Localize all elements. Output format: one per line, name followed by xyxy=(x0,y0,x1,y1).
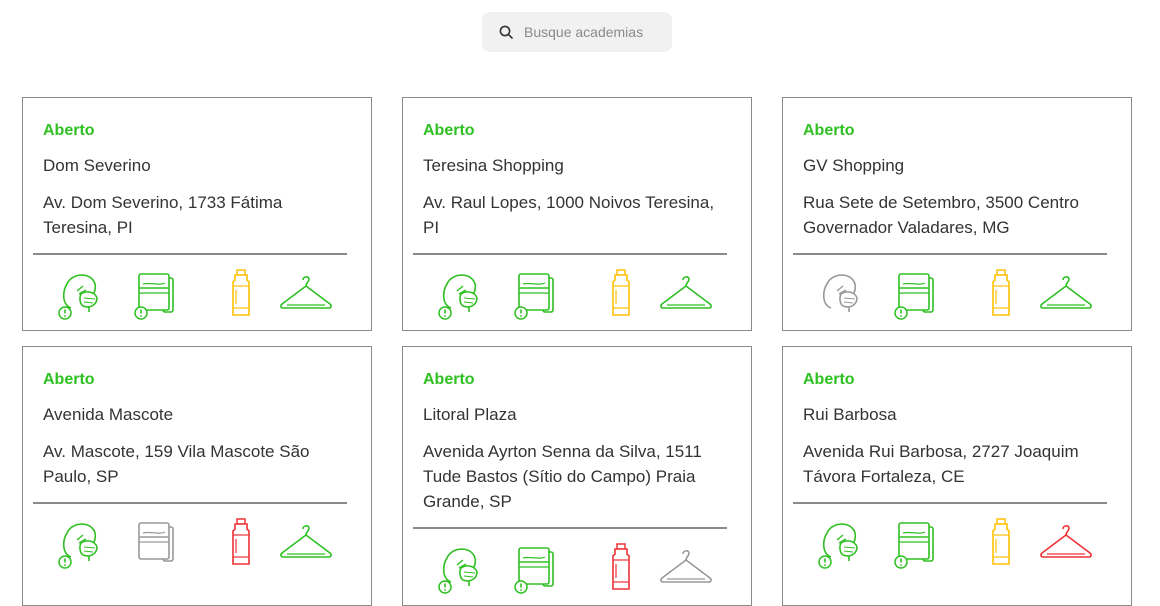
water-bottle-icon xyxy=(593,542,647,596)
locker-room-icon xyxy=(659,542,713,596)
water-bottle-icon xyxy=(973,268,1027,322)
water-bottle-icon xyxy=(973,517,1027,571)
gym-address: Avenida Ayrton Senna da Silva, 1511 Tude… xyxy=(423,442,702,511)
card-divider xyxy=(793,253,1107,255)
status-label: Aberto xyxy=(43,371,95,388)
gym-address: Av. Raul Lopes, 1000 Noivos Teresina, PI xyxy=(423,193,715,237)
status-label: Aberto xyxy=(803,122,855,139)
card-divider xyxy=(33,502,347,504)
gym-card[interactable]: Aberto GV Shopping Rua Sete de Setembro,… xyxy=(782,97,1132,331)
water-bottle-icon xyxy=(213,517,267,571)
locker-room-icon xyxy=(279,517,333,571)
water-bottle-icon xyxy=(213,268,267,322)
mask-icon xyxy=(53,268,107,322)
status-label: Aberto xyxy=(423,371,475,388)
protocol-icons xyxy=(433,542,723,596)
mask-icon xyxy=(433,268,487,322)
search-input[interactable] xyxy=(524,12,664,52)
card-divider xyxy=(413,527,727,529)
protocol-icons xyxy=(53,268,343,322)
locker-room-icon xyxy=(659,268,713,322)
status-label: Aberto xyxy=(43,122,95,139)
protocol-icons xyxy=(433,268,723,322)
card-divider xyxy=(793,502,1107,504)
protocol-icons xyxy=(813,517,1103,571)
gym-name: Dom Severino xyxy=(43,156,151,175)
gym-card[interactable]: Aberto Teresina Shopping Av. Raul Lopes,… xyxy=(402,97,752,331)
gym-address: Av. Dom Severino, 1733 Fátima Teresina, … xyxy=(43,193,283,237)
mask-icon xyxy=(813,517,867,571)
mask-icon xyxy=(433,542,487,596)
towel-icon xyxy=(509,542,563,596)
gym-card[interactable]: Aberto Rui Barbosa Avenida Rui Barbosa, … xyxy=(782,346,1132,606)
protocol-icons xyxy=(813,268,1103,322)
status-label: Aberto xyxy=(803,371,855,388)
gym-name: Teresina Shopping xyxy=(423,156,564,175)
locker-room-icon xyxy=(1039,517,1093,571)
gym-name: Avenida Mascote xyxy=(43,405,174,424)
search-bar[interactable] xyxy=(482,12,672,52)
card-divider xyxy=(33,253,347,255)
gym-address: Av. Mascote, 159 Vila Mascote São Paulo,… xyxy=(43,442,310,486)
towel-icon xyxy=(129,268,183,322)
status-label: Aberto xyxy=(423,122,475,139)
gym-name: GV Shopping xyxy=(803,156,905,175)
gym-name: Litoral Plaza xyxy=(423,405,517,424)
gym-address: Rua Sete de Setembro, 3500 Centro Govern… xyxy=(803,193,1079,237)
gym-card[interactable]: Aberto Litoral Plaza Avenida Ayrton Senn… xyxy=(402,346,752,606)
card-divider xyxy=(413,253,727,255)
search-icon xyxy=(499,25,513,39)
gym-address: Avenida Rui Barbosa, 2727 Joaquim Távora… xyxy=(803,442,1079,486)
towel-icon xyxy=(889,268,943,322)
gym-card[interactable]: Aberto Dom Severino Av. Dom Severino, 17… xyxy=(22,97,372,331)
water-bottle-icon xyxy=(593,268,647,322)
towel-icon xyxy=(889,517,943,571)
mask-icon xyxy=(813,268,867,322)
protocol-icons xyxy=(53,517,343,571)
gym-card[interactable]: Aberto Avenida Mascote Av. Mascote, 159 … xyxy=(22,346,372,606)
locker-room-icon xyxy=(279,268,333,322)
gym-name: Rui Barbosa xyxy=(803,405,897,424)
locker-room-icon xyxy=(1039,268,1093,322)
mask-icon xyxy=(53,517,107,571)
towel-icon xyxy=(509,268,563,322)
towel-icon xyxy=(129,517,183,571)
